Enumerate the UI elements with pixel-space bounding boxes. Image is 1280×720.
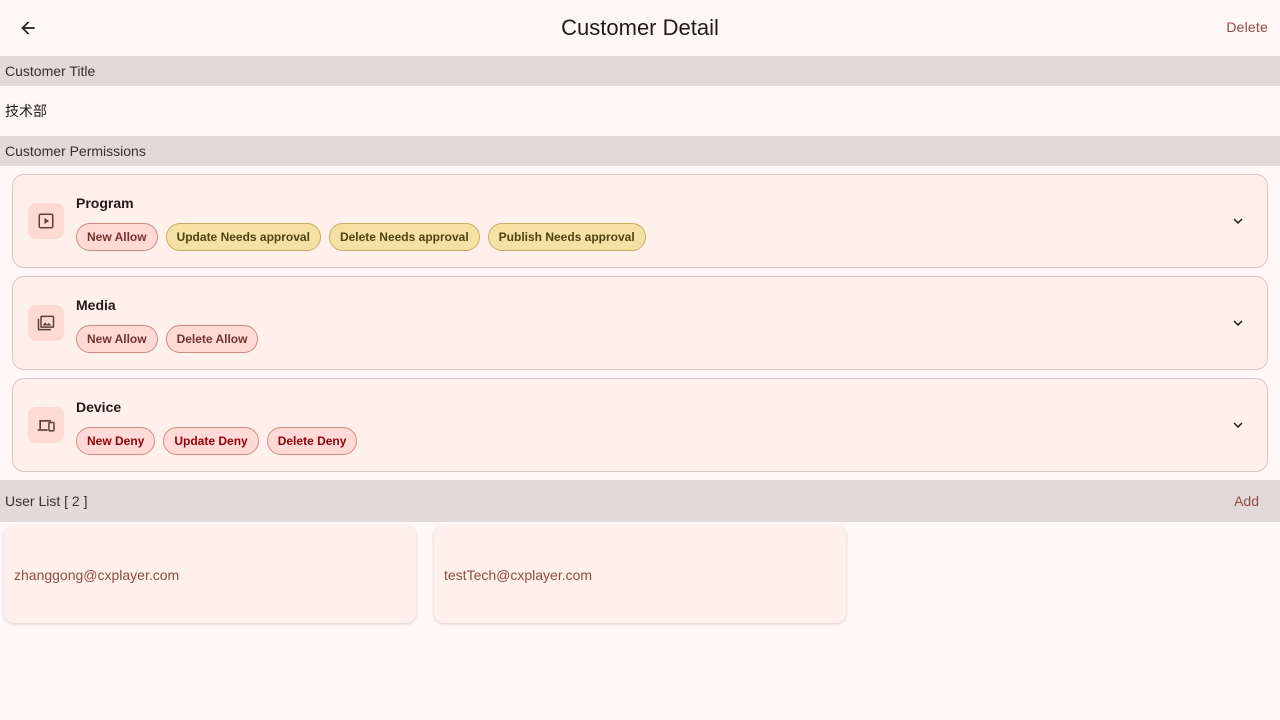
permission-name: Program [76,195,134,211]
permission-chip: Publish Needs approval [487,223,646,251]
permission-chip: Update Needs approval [165,223,321,251]
section-title: User List [ 2 ] [5,493,88,509]
customer-title-value: 技术部 [5,103,47,119]
permission-card-program[interactable]: Program New Allow Update Needs approval … [12,174,1268,268]
user-card[interactable]: zhanggong@cxplayer.com [4,526,416,623]
permission-chip: Delete Deny [266,427,358,455]
permission-name: Media [76,297,116,313]
user-list: zhanggong@cxplayer.com testTech@cxplayer… [0,522,1280,627]
permission-chip: New Allow [76,223,158,251]
permission-chip: Update Deny [163,427,259,455]
chevron-down-icon[interactable] [1227,312,1249,334]
page-title: Customer Detail [561,15,719,40]
delete-button[interactable]: Delete [1226,19,1268,35]
chevron-down-icon[interactable] [1227,414,1249,436]
permission-card-media[interactable]: Media New Allow Delete Allow [12,276,1268,370]
permission-chip: New Deny [76,427,156,455]
permission-card-device[interactable]: Device New Deny Update Deny Delete Deny [12,378,1268,472]
customer-title-header: Customer Title [0,56,1280,86]
devices-icon [28,407,64,443]
permission-chip: New Allow [76,325,158,353]
permission-list: Program New Allow Update Needs approval … [0,166,1280,472]
permission-name: Device [76,399,122,415]
arrow-back-icon [21,21,35,35]
play-icon [28,203,64,239]
photo-library-icon [28,305,64,341]
app-bar: Customer Detail Delete [0,0,1280,56]
permission-chip: Delete Needs approval [328,223,480,251]
chevron-down-icon[interactable] [1227,210,1249,232]
section-title: Customer Permissions [5,143,146,159]
back-button[interactable] [12,12,44,44]
user-list-header: User List [ 2 ] Add [0,480,1280,522]
add-user-button[interactable]: Add [1234,493,1259,509]
permission-chip: Delete Allow [165,325,259,353]
section-title: Customer Title [5,63,96,79]
user-card[interactable]: testTech@cxplayer.com [434,526,846,623]
customer-permissions-header: Customer Permissions [0,136,1280,166]
